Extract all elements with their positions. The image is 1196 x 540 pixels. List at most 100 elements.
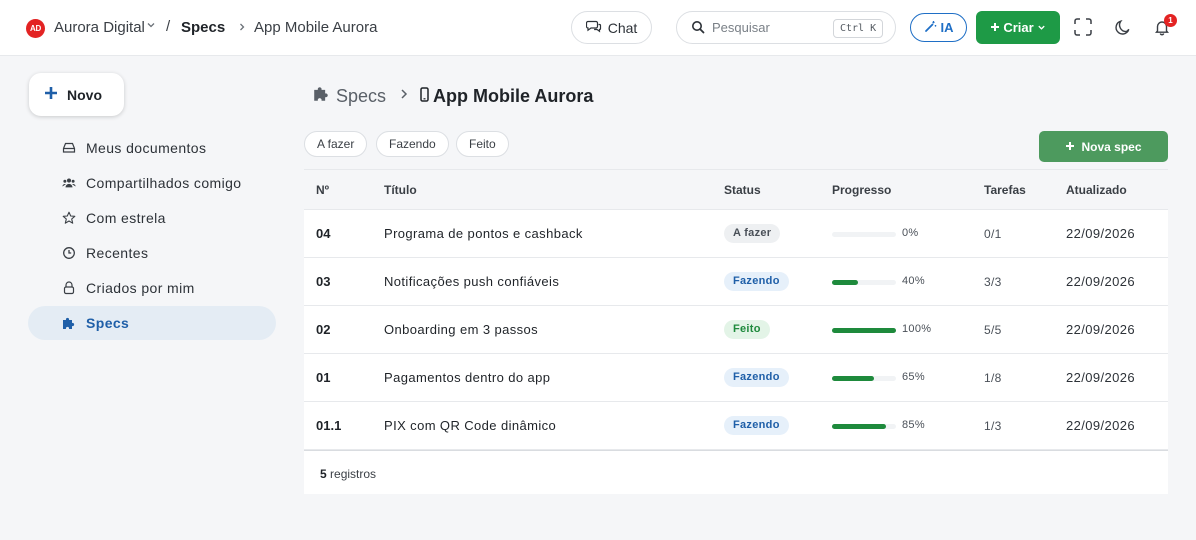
tasks-count: 3/3 — [984, 275, 1002, 289]
column-header-status[interactable]: Status — [724, 183, 761, 197]
spec-number: 04 — [316, 226, 331, 241]
progress-label: 0% — [902, 227, 919, 239]
updated-date: 22/09/2026 — [1066, 370, 1136, 385]
ia-label: IA — [940, 20, 954, 35]
progress-bar-fill — [832, 376, 874, 381]
plus-icon — [1065, 140, 1075, 154]
sidebar-item-compartilhados[interactable]: Compartilhados comigo — [28, 166, 276, 200]
filter-fazendo[interactable]: Fazendo — [376, 131, 449, 157]
spec-title[interactable]: Programa de pontos e cashback — [384, 226, 583, 241]
page-title-specs[interactable]: Specs — [336, 86, 386, 107]
ia-button[interactable]: IA — [910, 13, 967, 42]
progress-bar — [832, 376, 896, 381]
tasks-count: 1/3 — [984, 419, 1002, 433]
org-logo[interactable]: AD — [26, 19, 45, 38]
moon-icon[interactable] — [1112, 16, 1134, 38]
updated-date: 22/09/2026 — [1066, 226, 1136, 241]
phone-icon — [420, 86, 429, 107]
filter-a-fazer[interactable]: A fazer — [304, 131, 368, 157]
breadcrumb-separator: / — [166, 18, 171, 35]
sidebar-item-specs[interactable]: Specs — [28, 306, 276, 340]
spec-number: 01.1 — [316, 418, 342, 433]
record-count: 5 registros — [320, 467, 376, 481]
sidebar-item-label: Recentes — [86, 245, 149, 261]
novo-button[interactable]: Novo — [29, 73, 124, 116]
users-icon — [62, 177, 76, 189]
search-input[interactable] — [712, 20, 832, 35]
puzzle-icon — [62, 316, 76, 330]
table-footer: 5 registros — [304, 450, 1168, 494]
chevron-right-icon — [400, 87, 408, 105]
chevron-down-icon — [1037, 20, 1046, 35]
lock-icon — [62, 281, 76, 295]
progress-label: 40% — [902, 275, 925, 287]
sidebar-item-label: Com estrela — [86, 210, 166, 226]
spec-number: 02 — [316, 322, 331, 337]
sidebar-item-recentes[interactable]: Recentes — [28, 236, 276, 270]
nova-spec-button[interactable]: Nova spec — [1039, 131, 1168, 162]
progress-bar — [832, 280, 896, 285]
fullscreen-icon[interactable] — [1072, 16, 1094, 38]
plus-icon — [44, 86, 58, 103]
column-header-num[interactable]: Nº — [316, 183, 329, 197]
status-badge: Fazendo — [724, 368, 789, 387]
table-row[interactable]: 04 Programa de pontos e cashback A fazer 0%… — [304, 210, 1168, 258]
record-count-label: registros — [330, 467, 377, 481]
progress-bar — [832, 328, 896, 333]
notification-badge: 1 — [1164, 14, 1177, 27]
filter-feito[interactable]: Feito — [456, 131, 509, 157]
column-header-atualizado[interactable]: Atualizado — [1066, 183, 1127, 197]
tasks-count: 5/5 — [984, 323, 1002, 337]
column-header-tarefas[interactable]: Tarefas — [984, 183, 1026, 197]
table-row[interactable]: 01.1 PIX com QR Code dinâmico Fazendo 85% 1/… — [304, 402, 1168, 450]
nova-spec-label: Nova spec — [1081, 139, 1142, 154]
table-body: 04 Programa de pontos e cashback A fazer 0%… — [304, 210, 1168, 450]
sidebar-item-com-estrela[interactable]: Com estrela — [28, 201, 276, 235]
table-row[interactable]: 02 Onboarding em 3 passos Feito 100% 5/5 22/0… — [304, 306, 1168, 354]
column-header-progresso[interactable]: Progresso — [832, 183, 891, 197]
sidebar-item-label: Criados por mim — [86, 280, 195, 296]
spec-title[interactable]: Pagamentos dentro do app — [384, 370, 550, 385]
specs-table: Nº Título Status Progresso Tarefas Atual… — [304, 169, 1168, 494]
record-count-number: 5 — [320, 467, 327, 481]
chat-label: Chat — [607, 19, 638, 36]
progress-bar-fill — [832, 328, 896, 333]
updated-date: 22/09/2026 — [1066, 274, 1136, 289]
top-bar: AD Aurora Digital / Specs App Mobile Aur… — [0, 0, 1196, 56]
column-header-titulo[interactable]: Título — [384, 183, 417, 197]
progress-bar — [832, 424, 896, 429]
spec-title[interactable]: PIX com QR Code dinâmico — [384, 418, 556, 433]
breadcrumb-app[interactable]: App Mobile Aurora — [254, 19, 377, 36]
plus-icon — [990, 20, 1000, 35]
chevron-right-icon — [238, 20, 246, 35]
table-row[interactable]: 01 Pagamentos dentro do app Fazendo 65% 1/8 2… — [304, 354, 1168, 402]
status-badge: Fazendo — [724, 416, 789, 435]
novo-label: Novo — [67, 86, 102, 103]
updated-date: 22/09/2026 — [1066, 418, 1136, 433]
sidebar-item-label: Meus documentos — [86, 140, 207, 156]
spec-title[interactable]: Notificações push confiáveis — [384, 274, 559, 289]
sidebar-item-meus-documentos[interactable]: Meus documentos — [28, 131, 276, 165]
progress-bar-fill — [832, 280, 858, 285]
star-icon — [62, 211, 76, 225]
page-title: Specs App Mobile Aurora — [313, 85, 593, 107]
criar-label: Criar — [1003, 20, 1034, 35]
table-row[interactable]: 03 Notificações push confiáveis Fazendo 40%… — [304, 258, 1168, 306]
tasks-count: 1/8 — [984, 371, 1002, 385]
tasks-count: 0/1 — [984, 227, 1002, 241]
drive-icon — [62, 142, 76, 154]
table-header: Nº Título Status Progresso Tarefas Atual… — [304, 169, 1168, 210]
chat-icon — [585, 19, 602, 36]
chevron-down-icon[interactable] — [146, 20, 156, 33]
org-switcher[interactable]: Aurora Digital — [54, 19, 145, 36]
spec-title[interactable]: Onboarding em 3 passos — [384, 322, 538, 337]
sidebar-item-criados-por-mim[interactable]: Criados por mim — [28, 271, 276, 305]
breadcrumb-specs[interactable]: Specs — [181, 19, 225, 36]
criar-button[interactable]: Criar — [976, 11, 1060, 44]
search-box[interactable]: Ctrl K — [676, 11, 896, 44]
magic-wand-icon — [924, 20, 937, 36]
progress-label: 100% — [902, 323, 932, 335]
chat-button[interactable]: Chat — [571, 11, 652, 44]
progress-bar-fill — [832, 424, 887, 429]
status-badge: Fazendo — [724, 272, 789, 291]
